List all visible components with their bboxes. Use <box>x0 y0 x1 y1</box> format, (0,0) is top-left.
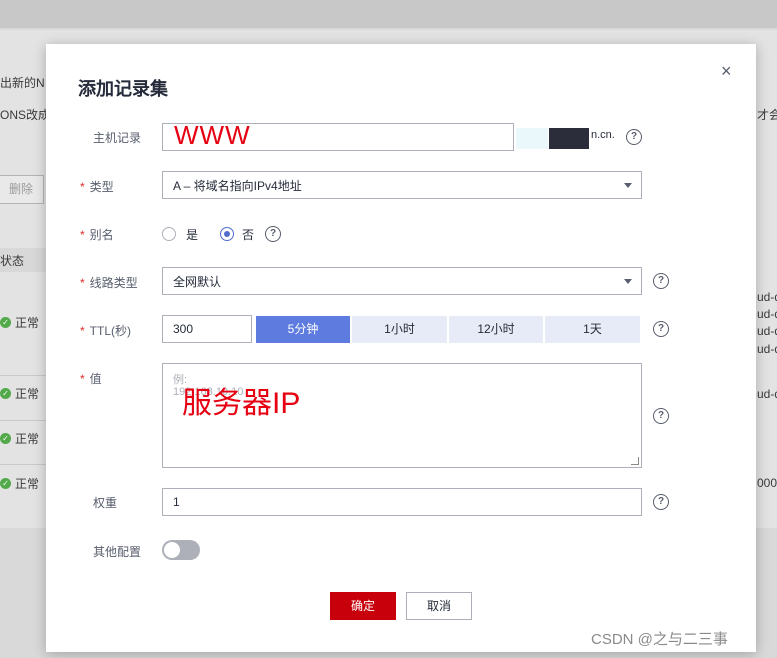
host-record-value: WWW <box>174 120 251 150</box>
weight-label: 权重 <box>93 496 118 510</box>
background-divider <box>0 420 46 421</box>
watermark: CSDN @之与二三事 <box>591 631 728 648</box>
background-status-row: ✓ 正常 <box>0 475 39 492</box>
alias-yes-label: 是 <box>186 228 199 242</box>
server-ip-annotation: 服务器IP <box>182 387 301 420</box>
line-type-select-value: 全网默认 <box>173 274 222 289</box>
value-label: * 值 <box>80 372 102 386</box>
cancel-button[interactable]: 取消 <box>406 592 472 620</box>
background-status-row: ✓ 正常 <box>0 314 39 331</box>
background-topbar <box>0 0 777 28</box>
chevron-down-icon <box>624 183 632 188</box>
alias-label: * 别名 <box>80 228 114 242</box>
check-icon: ✓ <box>0 478 11 489</box>
background-cell-text: ud-d <box>757 290 777 304</box>
line-type-label: * 线路类型 <box>80 276 138 290</box>
redaction-mark <box>549 128 589 149</box>
check-icon: ✓ <box>0 317 11 328</box>
ttl-preset-1hour[interactable]: 1小时 <box>352 316 447 343</box>
ttl-input[interactable]: 300 <box>162 315 252 343</box>
help-icon[interactable]: ? <box>653 494 669 510</box>
help-icon[interactable]: ? <box>653 408 669 424</box>
background-cell-text: ud-d <box>757 342 777 356</box>
background-cell-text: 000 <box>757 476 777 490</box>
ttl-value: 300 <box>173 322 194 336</box>
close-icon[interactable]: × <box>721 62 732 80</box>
other-config-label: 其他配置 <box>93 545 142 559</box>
redaction-mark <box>516 128 548 149</box>
add-record-set-dialog: 添加记录集 × 主机记录 WWW n.cn. ? * 类型 A – 将域名指向IP… <box>46 44 756 652</box>
background-notice-line2: ONS改成 <box>0 108 51 122</box>
background-status-header: 状态 <box>0 254 25 268</box>
background-cell-text: ud-d <box>757 307 777 321</box>
background-status-row: ✓ 正常 <box>0 430 39 447</box>
domain-suffix: n.cn. <box>591 129 615 141</box>
toggle-knob <box>164 542 180 558</box>
line-type-select[interactable]: 全网默认 <box>162 267 642 295</box>
check-icon: ✓ <box>0 433 11 444</box>
background-notice-line1: 出新的N <box>0 76 45 90</box>
background-notice-line2-right: 才会 <box>757 108 777 122</box>
host-record-label: 主机记录 <box>93 131 142 145</box>
resize-handle-icon[interactable] <box>631 457 639 465</box>
background-divider <box>0 464 46 465</box>
chevron-down-icon <box>624 279 632 284</box>
background-divider <box>0 375 46 376</box>
background-cell-text: ud-d <box>757 324 777 338</box>
weight-input[interactable]: 1 <box>162 488 642 516</box>
type-select[interactable]: A – 将域名指向IPv4地址 <box>162 171 642 199</box>
help-icon[interactable]: ? <box>653 273 669 289</box>
other-config-toggle[interactable] <box>162 540 200 560</box>
background-delete-button[interactable]: 删除 <box>0 175 44 204</box>
ttl-preset-12hours[interactable]: 12小时 <box>449 316 543 343</box>
dialog-title: 添加记录集 <box>78 79 168 99</box>
ttl-label: * TTL(秒) <box>80 324 131 338</box>
alias-no-label: 否 <box>242 228 255 242</box>
type-label: * 类型 <box>80 180 114 194</box>
help-icon[interactable]: ? <box>653 321 669 337</box>
alias-no-radio[interactable] <box>220 227 234 241</box>
confirm-button[interactable]: 确定 <box>330 592 396 620</box>
check-icon: ✓ <box>0 388 11 399</box>
type-select-value: A – 将域名指向IPv4地址 <box>173 178 302 193</box>
help-icon[interactable]: ? <box>265 226 281 242</box>
ttl-preset-5min[interactable]: 5分钟 <box>256 316 350 343</box>
help-icon[interactable]: ? <box>626 129 642 145</box>
alias-yes-radio[interactable] <box>162 227 176 241</box>
background-status-row: ✓ 正常 <box>0 385 39 402</box>
background-cell-text: ud-d <box>757 387 777 401</box>
ttl-preset-1day[interactable]: 1天 <box>545 316 640 343</box>
value-placeholder-line1: 例: <box>173 374 188 386</box>
weight-value: 1 <box>173 495 180 509</box>
